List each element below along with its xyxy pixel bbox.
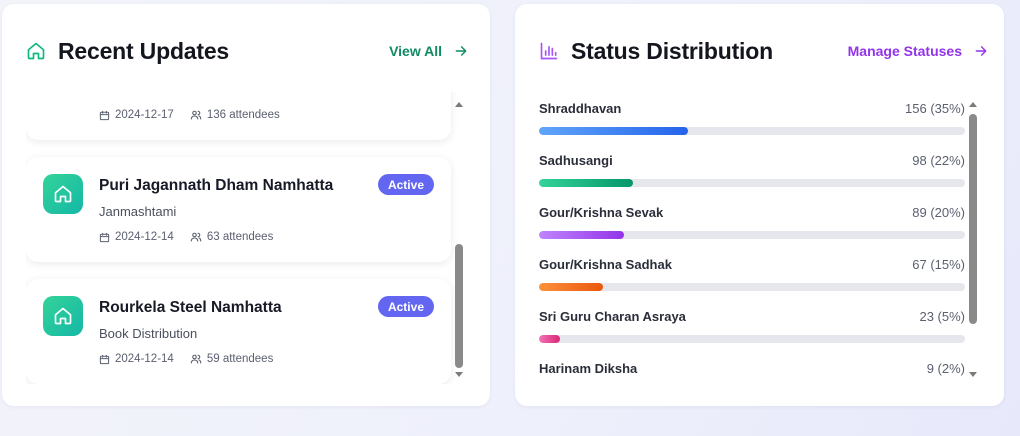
status-progress-track: [539, 283, 965, 291]
calendar-icon: [99, 110, 110, 121]
calendar-icon: [99, 232, 110, 243]
update-date: 2024-12-14: [115, 231, 174, 243]
status-distribution-header: Status Distribution Manage Statuses: [539, 34, 987, 68]
update-subtitle: Janmashtami: [99, 204, 177, 219]
update-item[interactable]: 2024-12-17 136 attendees: [26, 92, 451, 140]
update-meta: 2024-12-14 63 attendees: [99, 231, 273, 243]
status-row: Gour/Krishna Sadhak 67 (15%): [539, 250, 965, 294]
status-value: 98 (22%): [912, 153, 965, 168]
status-scrollbar[interactable]: [967, 92, 979, 384]
update-attendees: 59 attendees: [206, 353, 274, 365]
status-distribution-title: Status Distribution: [571, 37, 773, 64]
status-value: 23 (5%): [919, 309, 965, 324]
status-progress-fill: [539, 231, 625, 239]
update-meta: 2024-12-17 136 attendees: [99, 109, 280, 121]
recent-updates-list[interactable]: 2024-12-17 136 attendees Puri Jagannath …: [26, 92, 466, 384]
update-name: Puri Jagannath Dham Namhatta: [99, 177, 334, 194]
update-item[interactable]: Puri Jagannath Dham Namhatta Janmashtami…: [26, 157, 451, 262]
update-item[interactable]: Rourkela Steel Namhatta Book Distributio…: [26, 279, 451, 384]
update-attendees: 136 attendees: [206, 109, 280, 121]
status-progress-track: [539, 127, 965, 135]
status-badge: Active: [377, 174, 434, 195]
recent-updates-card: Recent Updates View All 2024-12-17 136 a…: [2, 4, 490, 406]
users-icon: [190, 353, 202, 365]
bar-chart-icon: [539, 41, 559, 61]
status-label: Shraddhavan: [539, 101, 622, 116]
users-icon: [190, 231, 202, 243]
update-name: Rourkela Steel Namhatta: [99, 299, 282, 316]
status-label: Sri Guru Charan Asraya: [539, 309, 686, 324]
status-row: Sadhusangi 98 (22%): [539, 146, 965, 190]
status-value: 9 (2%): [926, 361, 965, 376]
status-progress-track: [539, 231, 965, 239]
status-label: Gour/Krishna Sevak: [539, 205, 664, 220]
status-label: Gour/Krishna Sadhak: [539, 257, 672, 272]
status-row: Sri Guru Charan Asraya 23 (5%): [539, 302, 965, 346]
scroll-thumb[interactable]: [455, 244, 463, 368]
status-value: 156 (35%): [905, 101, 965, 116]
home-icon: [26, 41, 46, 61]
update-date: 2024-12-17: [115, 109, 174, 121]
home-icon: [43, 174, 83, 214]
recent-updates-title: Recent Updates: [58, 37, 230, 64]
status-progress-track: [539, 335, 965, 343]
manage-statuses-link[interactable]: Manage Statuses: [848, 43, 988, 59]
scroll-up-arrow[interactable]: [455, 102, 463, 107]
scroll-down-arrow[interactable]: [969, 372, 977, 377]
status-value: 67 (15%): [912, 257, 965, 272]
status-distribution-card: Status Distribution Manage Statuses Shra…: [515, 4, 1004, 406]
users-icon: [190, 109, 202, 121]
status-list[interactable]: Shraddhavan 156 (35%) Sadhusangi 98 (22%) Go…: [539, 92, 989, 384]
view-all-label: View All: [389, 43, 442, 59]
status-progress-fill: [539, 127, 689, 135]
scroll-up-arrow[interactable]: [969, 102, 977, 107]
calendar-icon: [99, 354, 110, 365]
view-all-link[interactable]: View All: [389, 43, 468, 59]
arrow-right-icon: [454, 44, 468, 58]
status-progress-fill: [539, 179, 633, 187]
update-meta: 2024-12-14 59 attendees: [99, 353, 273, 365]
status-progress-fill: [539, 283, 603, 291]
update-date: 2024-12-14: [115, 353, 174, 365]
arrow-right-icon: [974, 44, 988, 58]
status-progress-fill: [539, 335, 561, 343]
updates-scrollbar[interactable]: [453, 92, 465, 384]
status-row: Gour/Krishna Sevak 89 (20%): [539, 198, 965, 242]
status-label: Sadhusangi: [539, 153, 613, 168]
status-value: 89 (20%): [912, 205, 965, 220]
scroll-down-arrow[interactable]: [455, 372, 463, 377]
home-icon: [43, 296, 83, 336]
status-badge: Active: [377, 296, 434, 317]
scroll-thumb[interactable]: [969, 114, 977, 324]
manage-statuses-label: Manage Statuses: [847, 43, 962, 59]
recent-updates-header: Recent Updates View All: [26, 34, 468, 68]
status-progress-track: [539, 179, 965, 187]
update-subtitle: Book Distribution: [99, 326, 198, 341]
status-row: Harinam Diksha 9 (2%): [539, 354, 965, 384]
update-attendees: 63 attendees: [206, 231, 274, 243]
status-row: Shraddhavan 156 (35%): [539, 94, 965, 138]
status-label: Harinam Diksha: [539, 361, 638, 376]
